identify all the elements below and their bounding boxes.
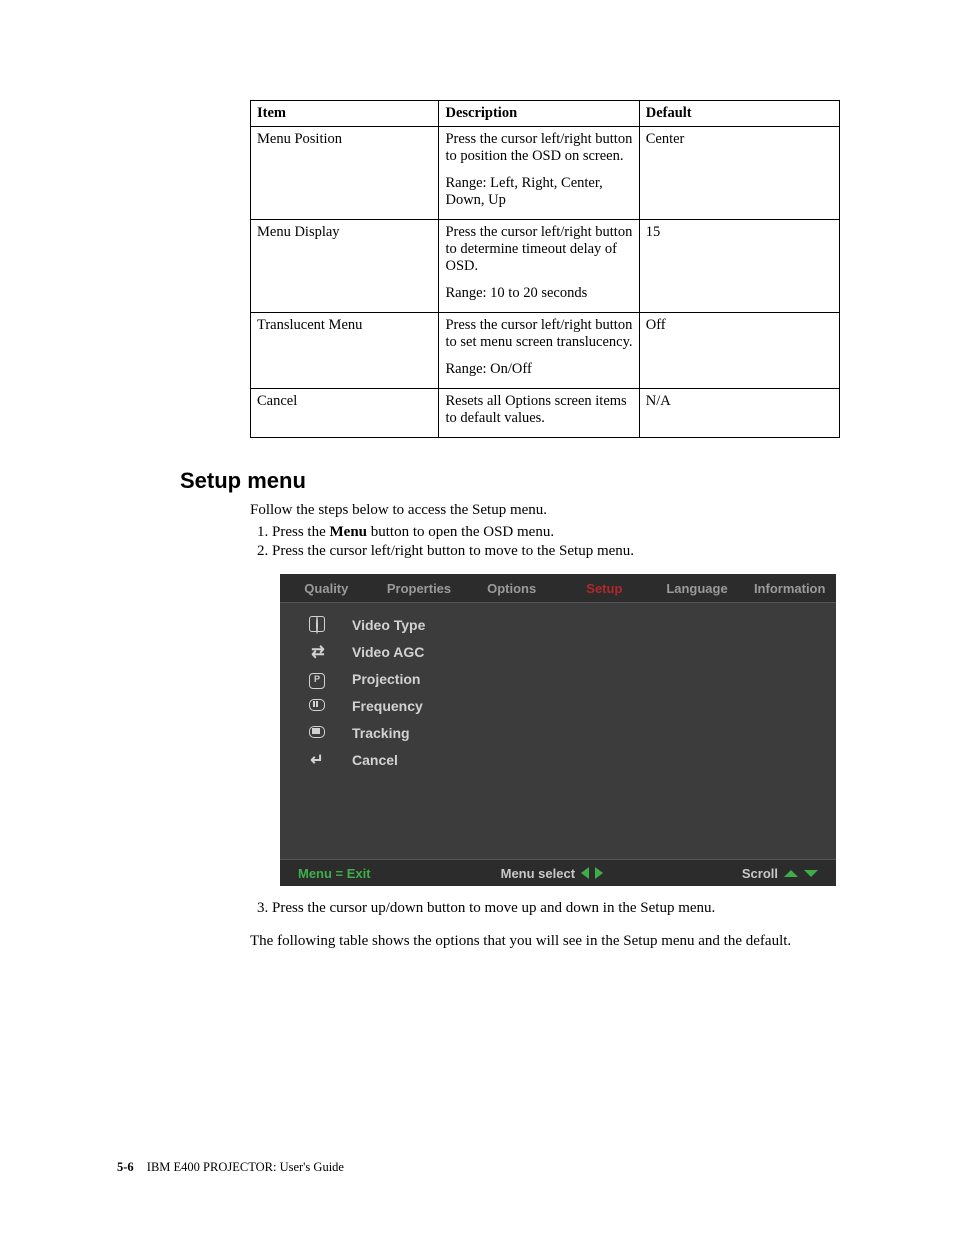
osd-footer: Menu = Exit Menu select Scroll — [280, 859, 836, 886]
closing-text: The following table shows the options th… — [250, 931, 844, 951]
osd-item-label: Projection — [334, 671, 420, 687]
cell-default: Off — [639, 313, 839, 389]
video-agc-icon: ⇄ — [300, 642, 334, 662]
table-row: Cancel Resets all Options screen items t… — [251, 389, 840, 438]
triangle-down-icon — [804, 870, 818, 877]
table-row: Translucent Menu Press the cursor left/r… — [251, 313, 840, 389]
osd-item-cancel[interactable]: ↵ Cancel — [300, 746, 836, 773]
cell-default: Center — [639, 127, 839, 220]
frequency-icon — [300, 698, 334, 714]
osd-item-video-agc[interactable]: ⇄ Video AGC — [300, 638, 836, 665]
cell-item: Cancel — [251, 389, 439, 438]
osd-tabs: Quality Properties Options Setup Languag… — [280, 574, 836, 603]
page-number: 5-6 — [117, 1160, 134, 1174]
th-description: Description — [439, 101, 639, 127]
projection-icon: P — [300, 669, 334, 689]
tab-language[interactable]: Language — [651, 581, 744, 596]
osd-item-tracking[interactable]: Tracking — [300, 719, 836, 746]
osd-item-video-type[interactable]: Video Type — [300, 611, 836, 638]
return-icon: ↵ — [300, 750, 334, 770]
step-3: Press the cursor up/down button to move … — [272, 900, 844, 917]
steps-list-continued: Press the cursor up/down button to move … — [250, 900, 844, 917]
osd-item-label: Cancel — [334, 752, 398, 768]
cell-description: Resets all Options screen items to defau… — [439, 389, 639, 438]
triangle-right-icon — [595, 867, 603, 879]
scroll-label: Scroll — [742, 866, 818, 881]
menu-select-label: Menu select — [501, 866, 603, 881]
triangle-up-icon — [784, 870, 798, 877]
osd-item-label: Video AGC — [334, 644, 424, 660]
step-2: Press the cursor left/right button to mo… — [272, 543, 844, 560]
osd-item-projection[interactable]: P Projection — [300, 665, 836, 692]
cell-description: Press the cursor left/right button to se… — [439, 313, 639, 389]
cell-default: 15 — [639, 220, 839, 313]
steps-list: Press the Menu button to open the OSD me… — [250, 524, 844, 560]
section-heading: Setup menu — [180, 468, 844, 494]
options-table: Item Description Default Menu Position P… — [250, 100, 840, 438]
osd-item-label: Tracking — [334, 725, 410, 741]
tab-options[interactable]: Options — [465, 581, 558, 596]
cell-default: N/A — [639, 389, 839, 438]
osd-body: Video Type ⇄ Video AGC P Projection Freq… — [280, 603, 836, 773]
cell-description: Press the cursor left/right button to de… — [439, 220, 639, 313]
section-intro: Follow the steps below to access the Set… — [250, 500, 844, 520]
osd-item-label: Video Type — [334, 617, 425, 633]
th-item: Item — [251, 101, 439, 127]
menu-exit-label: Menu = Exit — [298, 866, 371, 881]
page-footer: 5-6 IBM E400 PROJECTOR: User's Guide — [117, 1160, 344, 1175]
th-default: Default — [639, 101, 839, 127]
tab-properties[interactable]: Properties — [373, 581, 466, 596]
table-row: Menu Position Press the cursor left/righ… — [251, 127, 840, 220]
tab-information[interactable]: Information — [743, 581, 836, 596]
table-row: Menu Display Press the cursor left/right… — [251, 220, 840, 313]
step-1: Press the Menu button to open the OSD me… — [272, 524, 844, 541]
osd-item-label: Frequency — [334, 698, 423, 714]
tab-setup[interactable]: Setup — [558, 581, 651, 596]
cell-item: Translucent Menu — [251, 313, 439, 389]
tab-quality[interactable]: Quality — [280, 581, 373, 596]
tracking-icon — [300, 725, 334, 741]
cell-item: Menu Position — [251, 127, 439, 220]
doc-title: IBM E400 PROJECTOR: User's Guide — [147, 1160, 344, 1174]
triangle-left-icon — [581, 867, 589, 879]
cell-description: Press the cursor left/right button to po… — [439, 127, 639, 220]
cell-item: Menu Display — [251, 220, 439, 313]
osd-item-frequency[interactable]: Frequency — [300, 692, 836, 719]
video-type-icon — [300, 616, 334, 633]
osd-screenshot: Quality Properties Options Setup Languag… — [280, 574, 836, 886]
